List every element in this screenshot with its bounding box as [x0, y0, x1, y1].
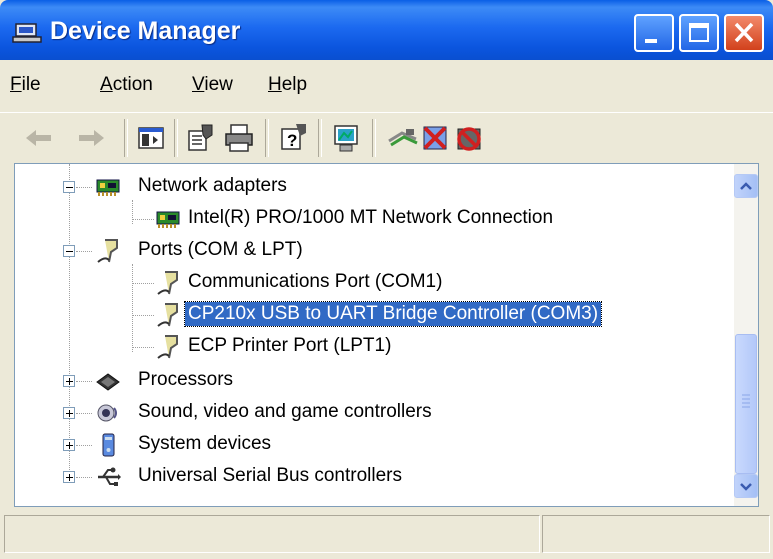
- network-adapter-icon: [96, 179, 120, 196]
- collapse-icon[interactable]: [63, 245, 75, 257]
- disable-device-icon[interactable]: [452, 121, 486, 155]
- port-icon: [157, 271, 178, 295]
- expand-icon[interactable]: [63, 439, 75, 451]
- chevron-down-icon: [740, 483, 752, 491]
- network-adapter-icon: [156, 211, 180, 228]
- scroll-down-button[interactable]: [734, 474, 758, 498]
- vertical-scrollbar[interactable]: [734, 164, 758, 506]
- device-tree-panel: Network adapters Intel(R) PRO/1000 MT Ne…: [14, 163, 759, 507]
- chevron-up-icon: [740, 182, 752, 190]
- device-manager-window: Device Manager File Action View Help ? N…: [0, 0, 773, 559]
- port-icon: [157, 303, 178, 327]
- collapse-icon[interactable]: [63, 181, 75, 193]
- status-bar: [0, 515, 773, 559]
- uninstall-icon[interactable]: [418, 121, 452, 155]
- expand-icon[interactable]: [63, 375, 75, 387]
- tree-item-label: Network adapters: [138, 175, 287, 196]
- tree-item-label: Communications Port (COM1): [188, 271, 443, 292]
- print-icon[interactable]: [222, 121, 256, 155]
- tree-item-label: System devices: [138, 433, 272, 454]
- toolbar-separator: [124, 119, 128, 157]
- tree-item-label: ECP Printer Port (LPT1): [188, 335, 392, 356]
- svg-text:?: ?: [287, 131, 297, 150]
- status-panel: [4, 515, 540, 553]
- tree-item-processors[interactable]: Processors: [15, 366, 715, 396]
- tree-item-label: Ports (COM & LPT): [138, 239, 303, 260]
- tree-item-network-adapters[interactable]: Network adapters: [15, 172, 715, 202]
- update-driver-icon[interactable]: [386, 121, 420, 155]
- menu-help[interactable]: Help: [268, 74, 307, 96]
- tree-item-label-selected: CP210x USB to UART Bridge Controller (CO…: [183, 301, 603, 327]
- port-icon: [97, 239, 118, 263]
- menu-file[interactable]: File: [10, 74, 41, 96]
- forward-arrow-icon[interactable]: [74, 121, 108, 155]
- tree-item-universal-serial-bus-controllers[interactable]: Universal Serial Bus controllers: [15, 462, 715, 492]
- menu-action[interactable]: Action: [100, 74, 153, 96]
- show-hide-console-tree-icon[interactable]: [134, 121, 168, 155]
- tree-item-intel-pro-1000[interactable]: Intel(R) PRO/1000 MT Network Connection: [15, 204, 715, 234]
- grip-icon: [742, 394, 750, 408]
- menu-view[interactable]: View: [192, 74, 233, 96]
- system-device-icon: [102, 433, 115, 457]
- scan-hardware-icon[interactable]: [330, 121, 364, 155]
- maximize-button[interactable]: [679, 14, 719, 52]
- scroll-up-button[interactable]: [734, 174, 758, 198]
- tree-item-communications-port-com1[interactable]: Communications Port (COM1): [15, 268, 715, 298]
- device-manager-app-icon: [12, 23, 42, 43]
- toolbar-separator: [372, 119, 376, 157]
- help-icon[interactable]: ?: [276, 121, 310, 155]
- tree-item-ports-com-lpt[interactable]: Ports (COM & LPT): [15, 236, 715, 266]
- tree-item-sound-video-game-controllers[interactable]: Sound, video and game controllers: [15, 398, 715, 428]
- tree-item-label: Processors: [138, 369, 234, 390]
- menu-bar: File Action View Help: [0, 64, 773, 108]
- port-icon: [157, 335, 178, 359]
- close-icon: [734, 22, 754, 43]
- tree-item-label: Sound, video and game controllers: [138, 401, 432, 422]
- usb-icon: [98, 467, 121, 486]
- toolbar-separator: [318, 119, 322, 157]
- toolbar: ?: [0, 112, 773, 163]
- tree-item-label: Universal Serial Bus controllers: [138, 465, 402, 486]
- device-tree[interactable]: Network adapters Intel(R) PRO/1000 MT Ne…: [15, 164, 734, 506]
- status-panel: [542, 515, 770, 553]
- tree-item-cp210x-usb-uart-bridge[interactable]: CP210x USB to UART Bridge Controller (CO…: [15, 300, 715, 330]
- back-arrow-icon[interactable]: [22, 121, 56, 155]
- tree-item-ecp-printer-port-lpt1[interactable]: ECP Printer Port (LPT1): [15, 332, 715, 362]
- toolbar-separator: [265, 119, 269, 157]
- expand-icon[interactable]: [63, 471, 75, 483]
- toolbar-separator: [174, 119, 178, 157]
- minimize-icon: [645, 39, 657, 43]
- expand-icon[interactable]: [63, 407, 75, 419]
- title-bar[interactable]: Device Manager: [0, 0, 773, 60]
- sound-icon: [97, 404, 117, 422]
- minimize-button[interactable]: [634, 14, 674, 52]
- properties-icon[interactable]: [184, 121, 218, 155]
- close-button[interactable]: [724, 14, 764, 52]
- processor-icon: [96, 373, 120, 391]
- tree-item-label: Intel(R) PRO/1000 MT Network Connection: [188, 207, 554, 228]
- window-title: Device Manager: [50, 17, 241, 45]
- maximize-icon: [689, 23, 709, 42]
- tree-item-system-devices[interactable]: System devices: [15, 430, 715, 460]
- scroll-thumb[interactable]: [735, 334, 757, 474]
